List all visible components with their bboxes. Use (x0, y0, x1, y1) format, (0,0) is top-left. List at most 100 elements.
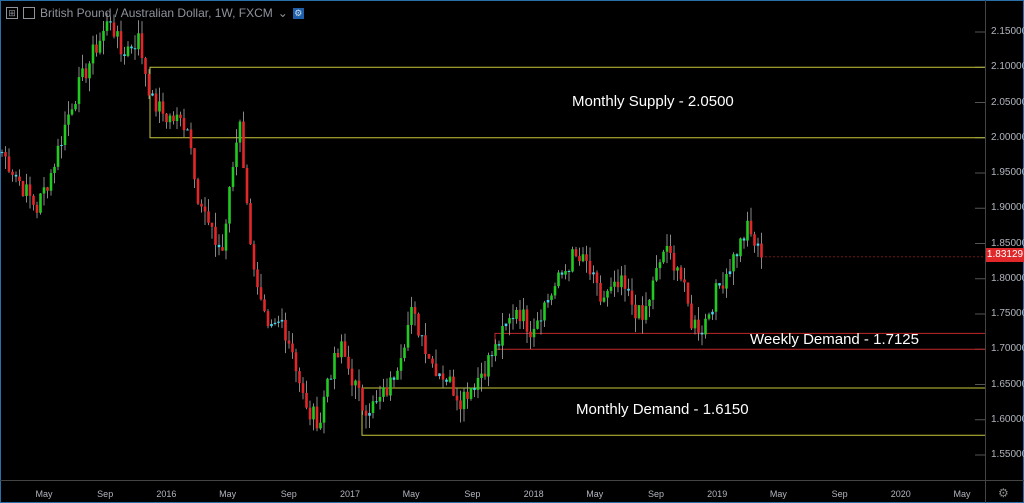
candle-body (662, 251, 665, 263)
x-tick-label: Sep (97, 489, 114, 499)
candle-body (749, 220, 753, 235)
candle-body (445, 379, 448, 382)
y-tick-label: 1.60000 (991, 413, 1024, 425)
candle-body (746, 220, 749, 241)
candle-body (119, 31, 123, 55)
candle-body (585, 254, 588, 261)
candle-body (742, 238, 746, 241)
candle-body (137, 33, 140, 50)
candle-body (200, 203, 203, 207)
candle-body (88, 63, 91, 79)
candle-body (441, 373, 445, 380)
candle-body (375, 401, 378, 403)
candle-body (606, 290, 609, 298)
expand-icon[interactable]: ⊞ (6, 7, 18, 19)
x-tick-label: 2020 (890, 489, 911, 499)
y-tick-label: 1.70000 (991, 343, 1024, 355)
x-tick-label: Sep (464, 489, 481, 499)
candle-body (508, 318, 511, 324)
candle-body (718, 283, 721, 286)
x-tick-label: May (35, 489, 53, 499)
candle-body (672, 252, 676, 271)
weekly-demand-label: Weekly Demand - 1.7125 (750, 331, 919, 348)
candle-body (658, 262, 662, 269)
candle-body (630, 290, 634, 305)
candle-body (102, 30, 105, 41)
candle-body (417, 313, 420, 336)
candle-body (25, 184, 28, 197)
candle-body (81, 68, 84, 78)
candle-body (525, 309, 529, 332)
candle-body (599, 282, 602, 302)
candle-body (322, 396, 326, 423)
settings-icon[interactable]: ⚙ (292, 7, 304, 19)
candle-body (46, 187, 49, 191)
candle-body (98, 40, 102, 53)
chevron-down-icon[interactable]: ⌄ (278, 6, 288, 20)
candle-body (217, 244, 221, 248)
candle-body (203, 206, 207, 212)
candle-body (529, 331, 532, 338)
candle-body (627, 288, 630, 291)
candle-body (560, 272, 564, 275)
candle-body (728, 271, 732, 275)
candle-body (77, 77, 81, 104)
candle-body (543, 302, 546, 321)
x-tick-label: May (219, 489, 237, 499)
candle-body (270, 324, 273, 327)
candle-body (396, 370, 399, 380)
candle-body (693, 319, 697, 329)
candle-body (588, 260, 592, 275)
y-tick-label: 1.80000 (991, 272, 1024, 284)
candle-body (273, 322, 277, 325)
candle-body (32, 195, 35, 205)
candle-body (53, 166, 56, 174)
candle-body (130, 46, 133, 49)
candle-body (574, 249, 578, 256)
candle-body (291, 343, 294, 353)
candle-body (133, 48, 137, 50)
candle-body (469, 387, 473, 399)
candle-body (105, 21, 109, 31)
candle-body (357, 380, 361, 388)
candle-body (651, 280, 655, 300)
candle-body (228, 186, 231, 224)
candle-body (186, 129, 189, 131)
candle-body (158, 101, 161, 112)
candle-body (424, 335, 427, 355)
candle-body (207, 211, 210, 223)
candle-body (21, 181, 25, 197)
candle-body (354, 380, 357, 386)
candle-body (609, 286, 613, 291)
candle-body (70, 109, 74, 115)
monthly-supply-label: Monthly Supply - 2.0500 (572, 93, 734, 110)
candle-body (364, 410, 368, 416)
y-tick-label: 1.90000 (991, 202, 1024, 214)
candle-body (578, 255, 581, 262)
candle-body (634, 304, 637, 319)
price-plot[interactable] (0, 0, 985, 480)
candle-body (403, 347, 406, 359)
candle-body (347, 356, 350, 369)
candle-body (389, 377, 392, 396)
candle-body (648, 299, 651, 307)
candle-body (707, 314, 711, 319)
candle-body (123, 54, 126, 56)
x-tick-label: Sep (280, 489, 297, 499)
candle-body (564, 271, 567, 275)
candle-body (385, 387, 389, 396)
candle-body (431, 358, 434, 364)
x-tick-label: May (769, 489, 787, 499)
symbol-title[interactable]: British Pound / Australian Dollar, 1W, F… (40, 6, 273, 20)
axis-settings-icon[interactable]: ⚙ (998, 486, 1009, 500)
candle-body (182, 118, 186, 131)
candle-body (669, 245, 672, 253)
candle-body (231, 166, 235, 187)
candle-body (700, 332, 704, 335)
candle-body (4, 152, 7, 157)
candle-body (284, 319, 287, 341)
candle-body (116, 31, 119, 37)
candle-body (462, 391, 466, 410)
y-tick-label: 1.95000 (991, 167, 1024, 178)
candle-body (196, 179, 200, 204)
